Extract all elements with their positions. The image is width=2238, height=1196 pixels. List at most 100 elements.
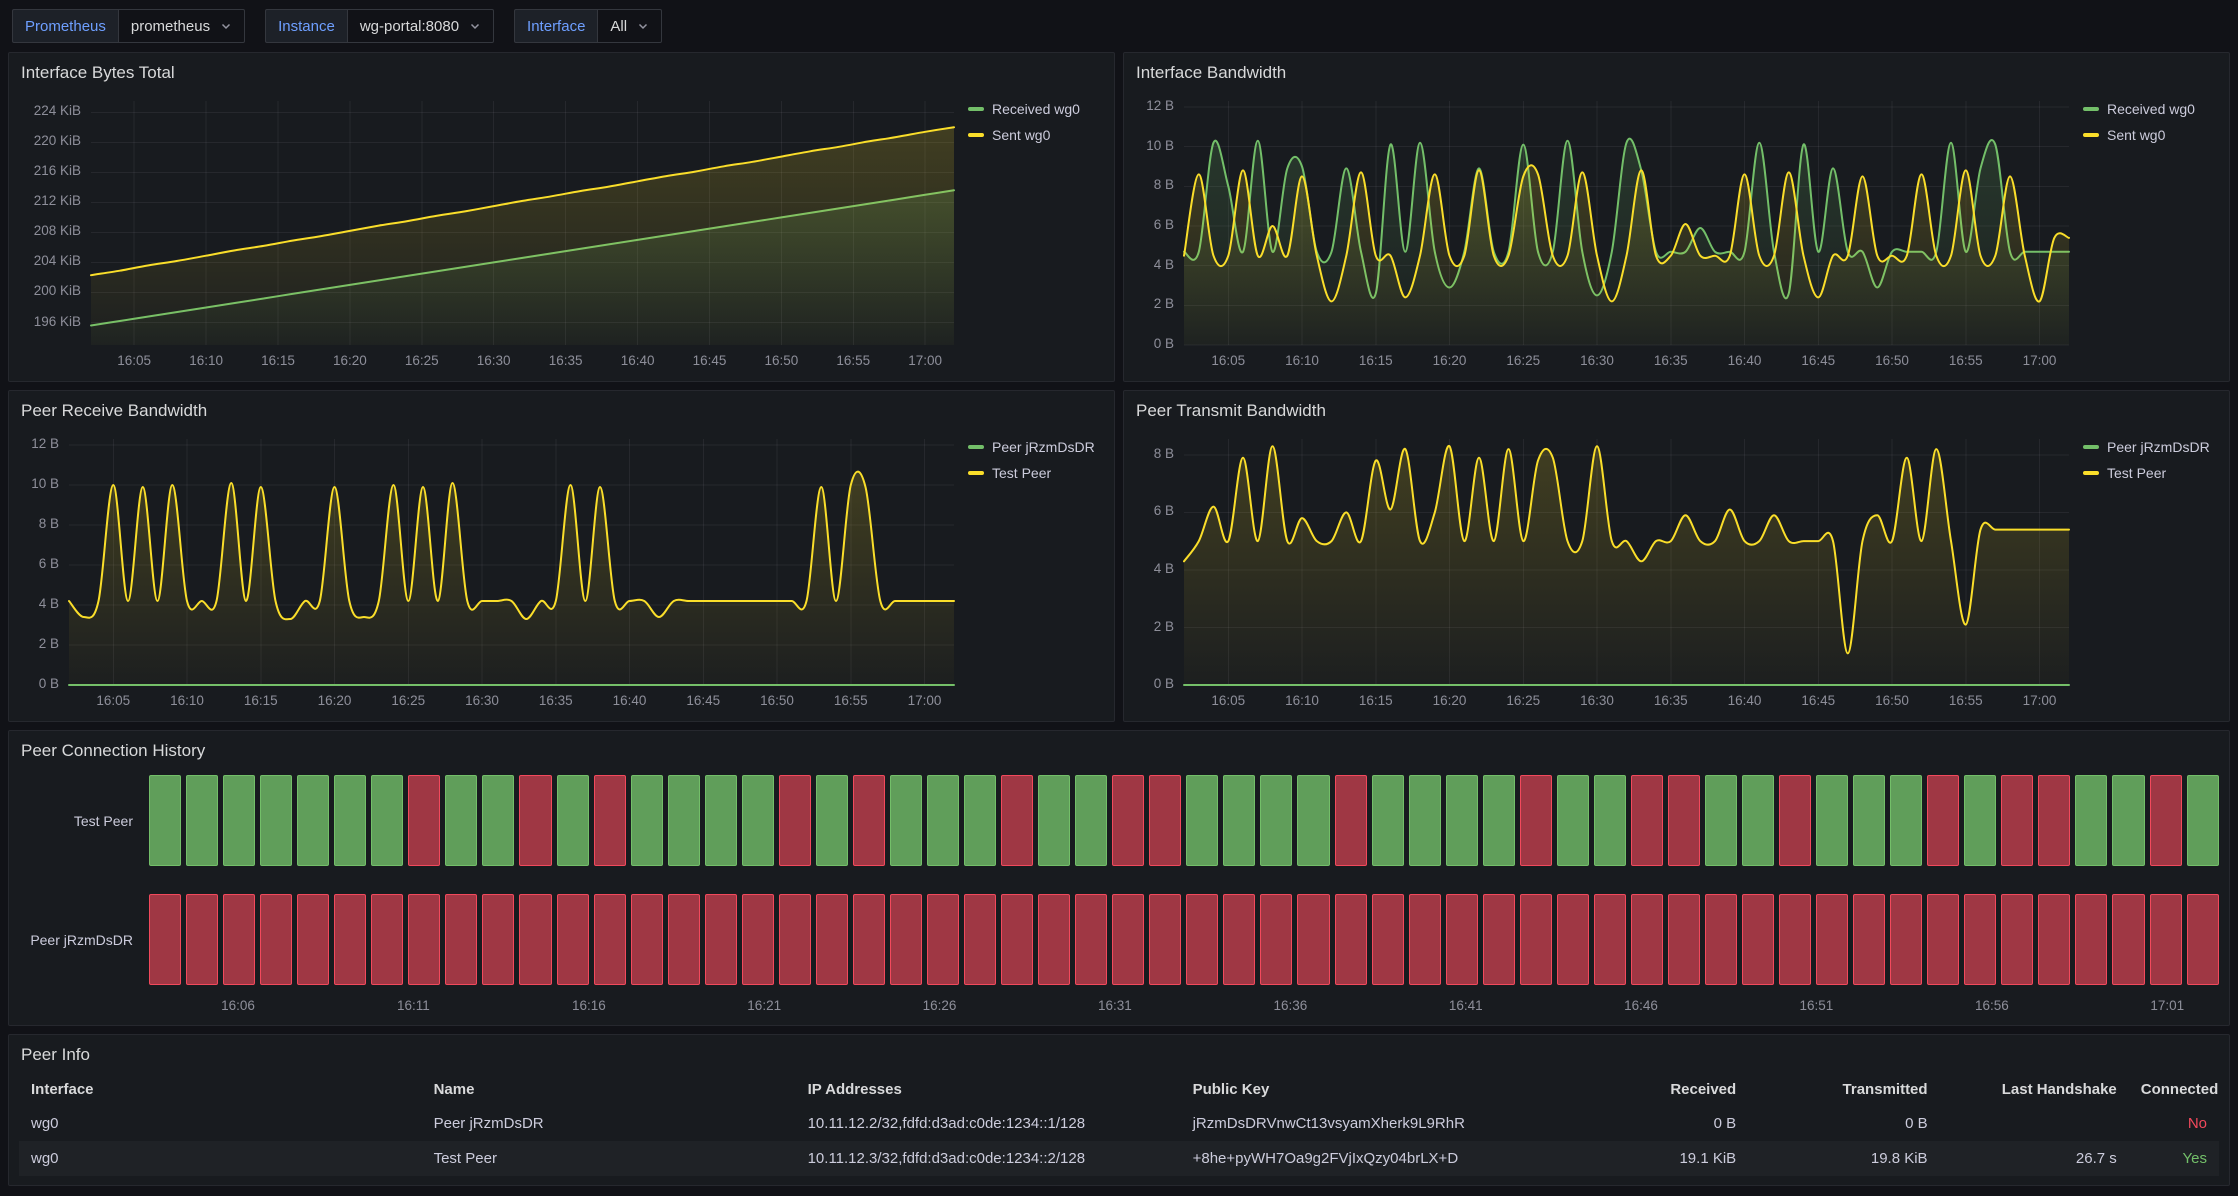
status-bar-up bbox=[297, 775, 329, 866]
status-bar-down bbox=[964, 894, 996, 985]
variable-select-prometheus[interactable]: prometheus bbox=[118, 9, 245, 43]
status-bar-up bbox=[186, 775, 218, 866]
chart-canvas[interactable] bbox=[19, 91, 1104, 373]
legend-item[interactable]: Received wg0 bbox=[968, 99, 1080, 119]
y-axis-tick-label: 8 B bbox=[39, 516, 59, 531]
status-bar-down bbox=[631, 894, 663, 985]
legend-item[interactable]: Peer jRzmDsDR bbox=[968, 437, 1095, 457]
legend-label: Test Peer bbox=[2107, 463, 2166, 483]
status-bar-down bbox=[705, 894, 737, 985]
legend-item[interactable]: Sent wg0 bbox=[968, 125, 1080, 145]
panel-grid: Interface Bytes Total 196 KiB200 KiB204 … bbox=[0, 52, 2238, 1194]
status-bar-down bbox=[2038, 894, 2070, 985]
chart-peer-receive-bandwidth[interactable]: 0 B2 B4 B6 B8 B10 B12 B16:0516:1016:1516… bbox=[19, 429, 1104, 713]
legend-item[interactable]: Test Peer bbox=[968, 463, 1095, 483]
panel-title[interactable]: Interface Bandwidth bbox=[1134, 61, 2219, 91]
status-bar-up bbox=[927, 775, 959, 866]
variable-select-interface[interactable]: All bbox=[597, 9, 662, 43]
variable-label-interface: Interface bbox=[514, 9, 597, 43]
panel-title[interactable]: Peer Connection History bbox=[19, 739, 2219, 769]
series-color-swatch bbox=[2083, 471, 2099, 475]
legend-item[interactable]: Test Peer bbox=[2083, 463, 2210, 483]
series-color-swatch bbox=[968, 471, 984, 475]
x-axis-tick-label: 16:30 bbox=[1567, 353, 1627, 368]
panel-interface-bytes-total: Interface Bytes Total 196 KiB200 KiB204 … bbox=[8, 52, 1115, 382]
series-color-swatch bbox=[968, 133, 984, 137]
x-axis-tick-label: 17:00 bbox=[895, 693, 955, 708]
chart-peer-connection-history[interactable]: Test PeerPeer jRzmDsDR16:0616:1116:1616:… bbox=[19, 769, 2219, 1017]
y-axis-tick-label: 6 B bbox=[1154, 503, 1174, 518]
x-axis-tick-label: 16:26 bbox=[918, 998, 962, 1013]
status-bar-down bbox=[1964, 894, 1996, 985]
variable-value: wg-portal:8080 bbox=[360, 18, 459, 35]
legend-item[interactable]: Peer jRzmDsDR bbox=[2083, 437, 2210, 457]
chart-interface-bandwidth[interactable]: 0 B2 B4 B6 B8 B10 B12 B16:0516:1016:1516… bbox=[1134, 91, 2219, 373]
x-axis-tick-label: 16:20 bbox=[1420, 693, 1480, 708]
column-header-last-handshake[interactable]: Last Handshake bbox=[1940, 1073, 2129, 1106]
panel-title[interactable]: Peer Receive Bandwidth bbox=[19, 399, 1104, 429]
variable-interface: Interface All bbox=[514, 9, 662, 43]
legend-label: Peer jRzmDsDR bbox=[2107, 437, 2210, 457]
status-bar-down bbox=[853, 775, 885, 866]
panel-title[interactable]: Interface Bytes Total bbox=[19, 61, 1104, 91]
panel-peer-receive-bandwidth: Peer Receive Bandwidth 0 B2 B4 B6 B8 B10… bbox=[8, 390, 1115, 722]
panel-title[interactable]: Peer Info bbox=[19, 1043, 2219, 1073]
y-axis-tick-label: 0 B bbox=[1154, 676, 1174, 691]
column-header-interface[interactable]: Interface bbox=[19, 1073, 422, 1106]
y-axis-tick-label: 4 B bbox=[1154, 561, 1174, 576]
status-bar-down bbox=[1372, 894, 1404, 985]
x-axis-tick-label: 16:40 bbox=[1715, 353, 1775, 368]
status-bar-down bbox=[1520, 894, 1552, 985]
chart-peer-transmit-bandwidth[interactable]: 0 B2 B4 B6 B8 B16:0516:1016:1516:2016:25… bbox=[1134, 429, 2219, 713]
cell-name: Test Peer bbox=[422, 1141, 796, 1176]
cell-interface: wg0 bbox=[19, 1141, 422, 1176]
variable-prometheus: Prometheus prometheus bbox=[12, 9, 245, 43]
y-axis-tick-label: 216 KiB bbox=[34, 163, 81, 178]
column-header-public-key[interactable]: Public Key bbox=[1181, 1073, 1573, 1106]
chart-canvas[interactable] bbox=[1134, 91, 2219, 373]
panel-title[interactable]: Peer Transmit Bandwidth bbox=[1134, 399, 2219, 429]
legend-item[interactable]: Sent wg0 bbox=[2083, 125, 2195, 145]
cell-ip-addresses: 10.11.12.2/32,fdfd:d3ad:c0de:1234::1/128 bbox=[796, 1106, 1181, 1141]
x-axis-tick-label: 16:36 bbox=[1268, 998, 1312, 1013]
status-bar-down bbox=[890, 894, 922, 985]
status-bar-down bbox=[519, 775, 551, 866]
x-axis-tick-label: 16:06 bbox=[216, 998, 260, 1013]
x-axis-tick-label: 16:45 bbox=[1788, 693, 1848, 708]
column-header-ip-addresses[interactable]: IP Addresses bbox=[796, 1073, 1181, 1106]
status-bar-up bbox=[1742, 775, 1774, 866]
chart-canvas[interactable] bbox=[1134, 429, 2219, 713]
status-bar-down bbox=[1001, 775, 1033, 866]
series-color-swatch bbox=[2083, 445, 2099, 449]
column-header-transmitted[interactable]: Transmitted bbox=[1748, 1073, 1939, 1106]
y-axis-tick-label: 208 KiB bbox=[34, 223, 81, 238]
column-header-received[interactable]: Received bbox=[1572, 1073, 1748, 1106]
variable-select-instance[interactable]: wg-portal:8080 bbox=[347, 9, 494, 43]
status-bar-down bbox=[1335, 894, 1367, 985]
cell-received: 0 B bbox=[1572, 1106, 1748, 1141]
status-bar-down bbox=[1186, 894, 1218, 985]
x-axis-tick-label: 16:21 bbox=[742, 998, 786, 1013]
status-bar-down bbox=[408, 775, 440, 866]
column-header-connected[interactable]: Connected bbox=[2129, 1073, 2219, 1106]
status-bar-down bbox=[334, 894, 366, 985]
chart-legend: Peer jRzmDsDR Test Peer bbox=[968, 437, 1095, 483]
x-axis-tick-label: 16:55 bbox=[1936, 693, 1996, 708]
x-axis-tick-label: 16:40 bbox=[1715, 693, 1775, 708]
column-header-name[interactable]: Name bbox=[422, 1073, 796, 1106]
status-bar-up bbox=[668, 775, 700, 866]
status-bar-up bbox=[2112, 775, 2144, 866]
dashboard-variables-bar: Prometheus prometheus Instance wg-portal… bbox=[0, 0, 2238, 52]
legend-item[interactable]: Received wg0 bbox=[2083, 99, 2195, 119]
x-axis-tick-label: 16:35 bbox=[536, 353, 596, 368]
status-row-label: Test Peer bbox=[19, 769, 149, 872]
x-axis-tick-label: 16:35 bbox=[1641, 693, 1701, 708]
y-axis-tick-label: 220 KiB bbox=[34, 133, 81, 148]
status-bar-up bbox=[1446, 775, 1478, 866]
legend-label: Sent wg0 bbox=[992, 125, 1050, 145]
status-bar-up bbox=[705, 775, 737, 866]
x-axis-tick-label: 16:05 bbox=[83, 693, 143, 708]
chart-interface-bytes-total[interactable]: 196 KiB200 KiB204 KiB208 KiB212 KiB216 K… bbox=[19, 91, 1104, 373]
chart-canvas[interactable] bbox=[19, 429, 1104, 713]
x-axis-tick-label: 16:30 bbox=[464, 353, 524, 368]
